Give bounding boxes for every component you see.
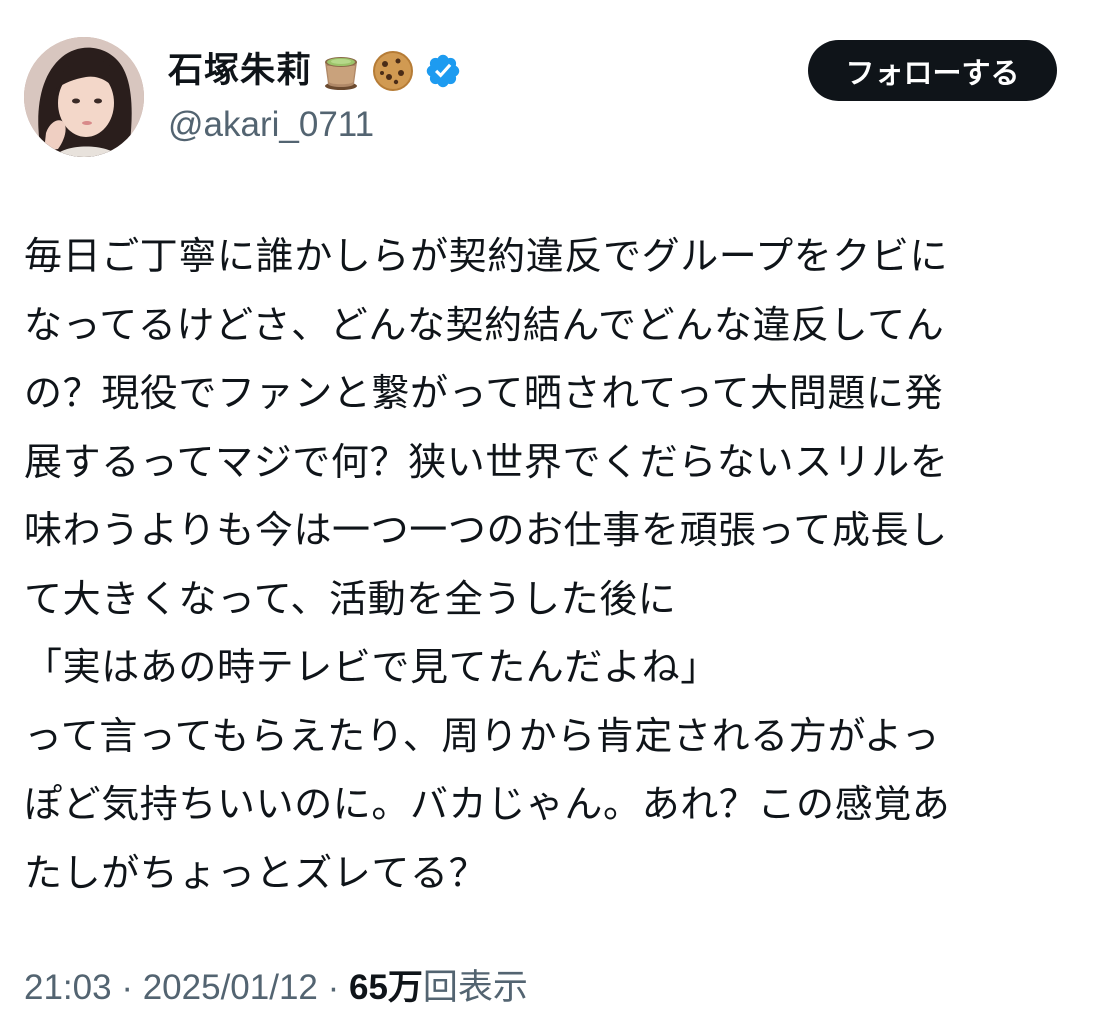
tweet-meta: 21:03 · 2025/01/12 · 65万回表示: [24, 958, 528, 1018]
tweet-line: 味わうよりも今は一つ一つのお仕事を頑張って成長し: [24, 508, 948, 552]
cookie-icon: [373, 51, 414, 91]
verified-badge-icon: [426, 54, 460, 88]
meta-separator: ·: [111, 968, 143, 1007]
tweet-line: たしがちょっとズレてる？: [24, 850, 488, 895]
tweet-time[interactable]: 21:03: [24, 968, 112, 1007]
name-row: 石塚朱莉: [168, 46, 462, 96]
tweet-date[interactable]: 2025/01/12: [143, 968, 318, 1007]
follow-button[interactable]: フォローする: [808, 40, 1057, 101]
tweet-line: の？現役でファンと繋がって晒されてって大問題に発: [24, 371, 944, 415]
tweet-line: 「実はあの時テレビで見てたんだよね」: [24, 645, 719, 689]
tweet-line: ぽど気持ちいいのに。バカじゃん。あれ？この感覚あ: [24, 782, 951, 826]
tweet-text: 毎日ご丁寧に誰かしらが契約違反でグループをクビに なってるけどさ、どんな契約結ん…: [24, 222, 1076, 907]
tweet-line: って言ってもらえたり、周りから肯定される方がよっ: [24, 713, 941, 758]
views-count: 65万: [348, 968, 423, 1007]
user-handle[interactable]: @akari_0711: [168, 100, 374, 150]
meta-separator: ·: [317, 968, 349, 1007]
tweet-line: 展するってマジで何？狭い世界でくだらないスリルを: [24, 439, 949, 484]
tweet-line: て大きくなって、活動を全うした後に: [24, 576, 677, 621]
views-label: 回表示: [422, 968, 528, 1007]
teacup-icon: [325, 57, 358, 90]
avatar[interactable]: [24, 37, 144, 157]
tweet-line: なってるけどさ、どんな契約結んでどんな違反してん: [24, 302, 945, 347]
display-name[interactable]: 石塚朱莉: [168, 46, 312, 96]
tweet-line: 毎日ご丁寧に誰かしらが契約違反でグループをクビに: [24, 234, 949, 278]
